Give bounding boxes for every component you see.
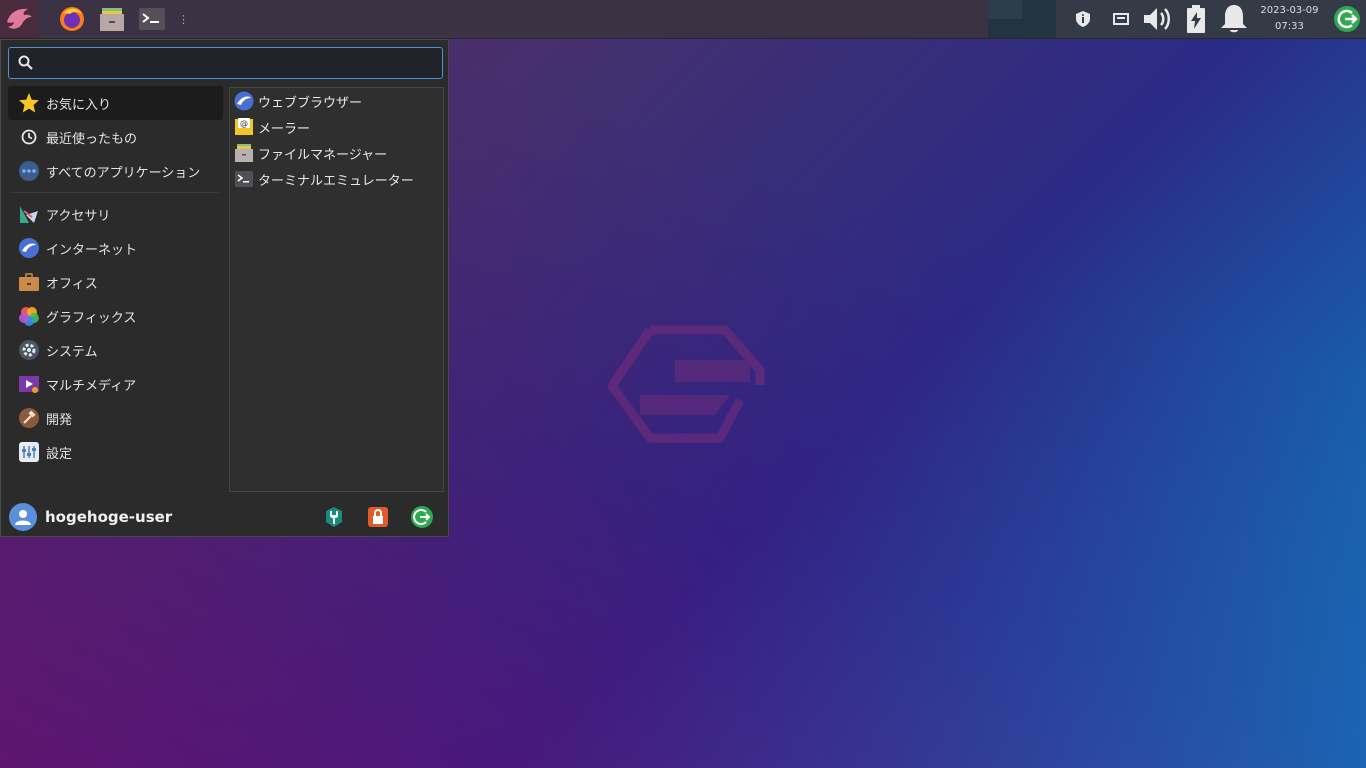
category-office[interactable]: オフィス	[8, 265, 223, 299]
category-favorites[interactable]: お気に入り	[8, 86, 223, 120]
clock-time: 07:33	[1275, 21, 1304, 32]
settings-manager-button[interactable]	[321, 504, 347, 530]
app-file-manager[interactable]: ファイルマネージャー	[230, 140, 443, 166]
logout-button[interactable]	[409, 504, 435, 530]
category-internet[interactable]: インターネット	[8, 231, 223, 265]
app-mailer[interactable]: @ メーラー	[230, 114, 443, 140]
svg-text:@: @	[240, 119, 248, 128]
category-label: 最近使ったもの	[46, 131, 138, 147]
graphics-icon	[18, 305, 40, 327]
username: hogehoge-user	[45, 508, 173, 526]
app-web-browser[interactable]: ウェブブラウザー	[230, 88, 443, 114]
settings-manager-icon	[326, 507, 342, 527]
system-tray: 2023-03-09 07:33	[1056, 0, 1366, 38]
battery-charging-icon	[1187, 5, 1206, 33]
desktop-logo-icon	[607, 325, 765, 443]
category-label: グラフィックス	[46, 310, 137, 326]
search-icon	[18, 55, 33, 70]
category-settings[interactable]: 設定	[8, 435, 223, 469]
file-manager-icon	[100, 8, 124, 31]
notifications-tray-button[interactable]	[1215, 3, 1253, 35]
lock-icon	[368, 507, 388, 527]
app-label: メーラー	[258, 121, 311, 137]
workspace-1[interactable]	[988, 0, 1022, 19]
terminal-icon	[139, 8, 165, 30]
category-label: すべてのアプリケーション	[46, 165, 201, 181]
shield-info-icon	[1075, 11, 1090, 27]
hammer-icon	[18, 407, 40, 429]
panel-logout-button[interactable]	[1328, 4, 1366, 34]
security-tray-button[interactable]	[1064, 10, 1102, 28]
network-wired-icon	[1112, 13, 1129, 25]
settings-icon	[18, 441, 40, 463]
eagle-logo-icon	[7, 8, 32, 29]
category-all-applications[interactable]: すべてのアプリケーション	[8, 154, 223, 188]
category-label: インターネット	[46, 242, 138, 258]
firefox-launcher[interactable]	[56, 3, 88, 35]
application-list: ウェブブラウザー @ メーラー ファイルマネージャー ターミナルエミュレーター	[229, 87, 444, 492]
workspace-pager[interactable]	[988, 0, 1056, 38]
battery-tray-button[interactable]	[1177, 4, 1215, 34]
logout-icon	[411, 506, 433, 528]
volume-icon	[1144, 8, 1171, 30]
app-label: ファイルマネージャー	[258, 147, 388, 163]
web-browser-icon	[234, 91, 254, 111]
menu-footer: hogehoge-user	[1, 498, 448, 536]
network-tray-button[interactable]	[1102, 10, 1140, 28]
search-box[interactable]	[8, 47, 443, 79]
workspace-2[interactable]	[1022, 0, 1056, 19]
category-separator	[12, 192, 219, 193]
category-system[interactable]: システム	[8, 333, 223, 367]
top-panel: ⋮ 2023-03-09 07:33	[0, 0, 1366, 39]
volume-tray-button[interactable]	[1139, 3, 1177, 35]
clock-date: 2023-03-09	[1260, 5, 1319, 16]
clock[interactable]: 2023-03-09 07:33	[1259, 3, 1321, 35]
workspace-4[interactable]	[1022, 19, 1056, 38]
app-terminal-emulator[interactable]: ターミナルエミュレーター	[230, 166, 443, 192]
file-manager-icon	[234, 143, 254, 163]
accessories-icon	[18, 203, 40, 225]
briefcase-icon	[18, 271, 40, 293]
category-label: お気に入り	[46, 97, 112, 113]
lock-screen-button[interactable]	[365, 504, 391, 530]
bell-icon	[1220, 5, 1247, 33]
category-graphics[interactable]: グラフィックス	[8, 299, 223, 333]
firefox-icon	[60, 7, 84, 31]
terminal-launcher[interactable]	[136, 3, 168, 35]
clock-icon	[18, 126, 40, 148]
category-list: お気に入り 最近使ったもの すべてのアプリケーション アクセサリ インターネット…	[8, 86, 223, 469]
category-label: 開発	[46, 412, 73, 428]
dots-icon	[18, 160, 40, 182]
app-label: ウェブブラウザー	[258, 95, 363, 111]
user-icon	[15, 510, 31, 525]
app-label: ターミナルエミュレーター	[258, 173, 414, 189]
category-label: オフィス	[46, 276, 98, 292]
category-label: システム	[46, 344, 98, 360]
category-development[interactable]: 開発	[8, 401, 223, 435]
terminal-icon	[234, 169, 254, 189]
system-gear-icon	[18, 339, 40, 361]
whisker-menu-button[interactable]	[0, 0, 38, 38]
mail-icon: @	[234, 117, 254, 137]
panel-grip-handle[interactable]: ⋮	[178, 13, 189, 26]
category-accessories[interactable]: アクセサリ	[8, 197, 223, 231]
avatar[interactable]	[9, 503, 37, 531]
multimedia-icon	[18, 373, 40, 395]
category-label: マルチメディア	[46, 378, 137, 394]
internet-icon	[18, 237, 40, 259]
workspace-3[interactable]	[988, 19, 1022, 38]
category-recent[interactable]: 最近使ったもの	[8, 120, 223, 154]
file-manager-launcher[interactable]	[96, 3, 128, 35]
search-input[interactable]	[41, 54, 442, 72]
whisker-menu: お気に入り 最近使ったもの すべてのアプリケーション アクセサリ インターネット…	[0, 39, 449, 537]
category-multimedia[interactable]: マルチメディア	[8, 367, 223, 401]
category-label: 設定	[46, 446, 73, 462]
category-label: アクセサリ	[46, 208, 111, 224]
logout-icon	[1334, 6, 1361, 32]
star-icon	[18, 92, 40, 114]
